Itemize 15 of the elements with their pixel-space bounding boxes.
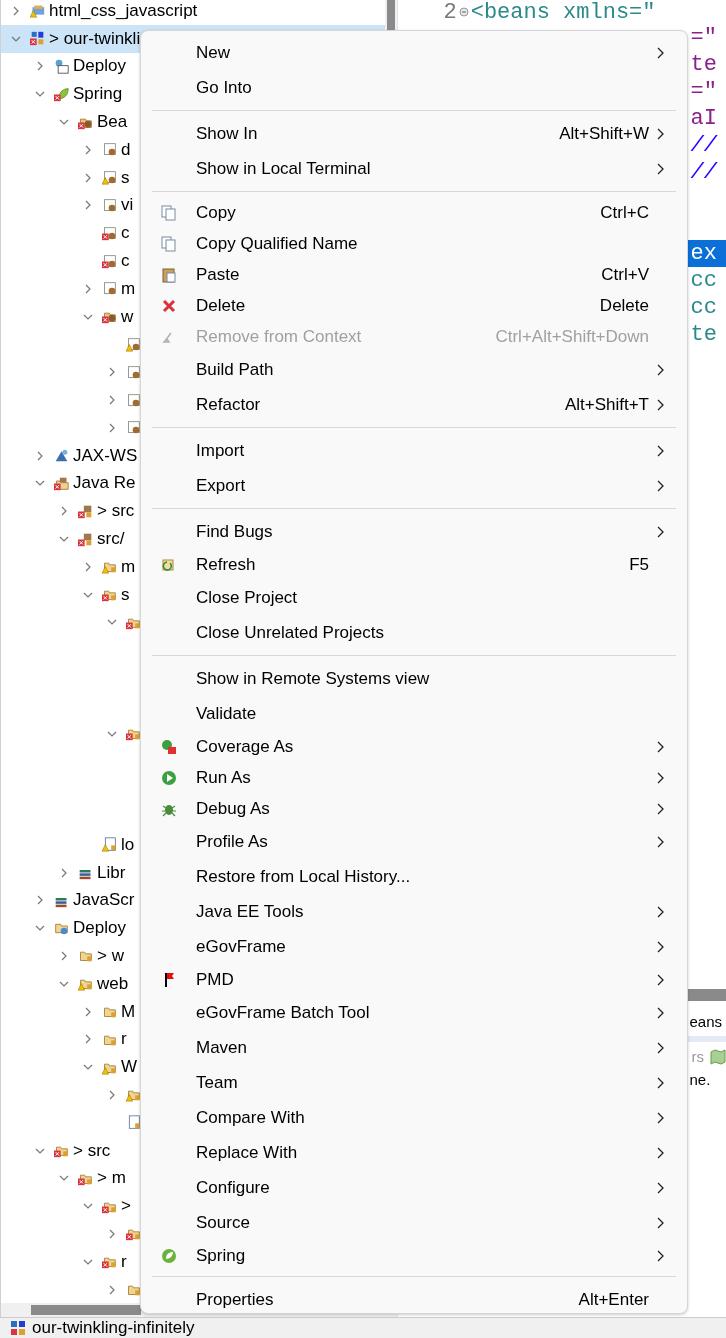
code-text: <beans xmlns="	[470, 0, 656, 25]
message-text: ne.	[688, 1071, 712, 1088]
code-text: cc	[690, 295, 717, 320]
toolbar-text: rs	[691, 1048, 704, 1065]
code-text: ="	[690, 25, 717, 50]
code-text: ="	[690, 79, 717, 104]
line-number: 2	[443, 0, 457, 25]
status-text: our-twinkling-infinitely	[32, 1318, 195, 1338]
code-text: te	[690, 322, 717, 347]
code-text: te	[690, 52, 717, 77]
code-text: cc	[690, 268, 717, 293]
code-text: //	[690, 160, 717, 185]
code-text: ex	[690, 241, 717, 266]
code-text: aI	[690, 106, 717, 131]
code-text: //	[690, 133, 717, 158]
